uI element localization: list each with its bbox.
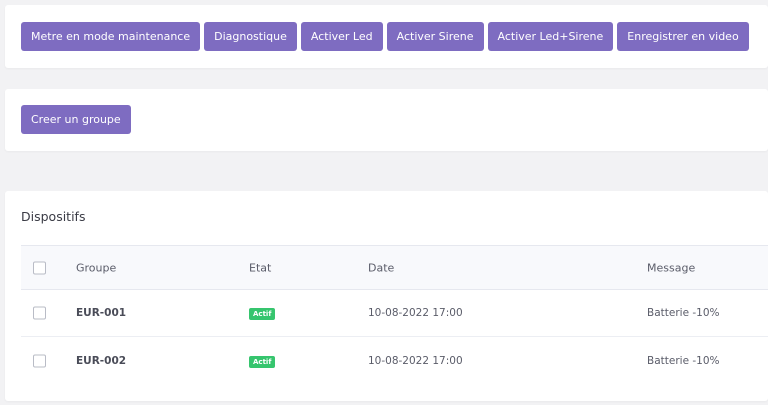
row-date: 10-08-2022 17:00 [368,354,463,367]
record-video-button[interactable]: Enregistrer en video [617,22,749,51]
row-etat: Actif [249,354,276,368]
devices-card: Dispositifs Groupe Etat Date Message EUR… [5,191,768,401]
activate-led-button[interactable]: Activer Led [300,22,383,51]
devices-title: Dispositifs [21,209,86,224]
action-buttons: Metre en mode maintenance Diagnostique A… [21,22,749,51]
activate-led-siren-button[interactable]: Activer Led+Sirene [487,22,614,51]
select-all-checkbox[interactable] [33,261,46,274]
column-header-message[interactable]: Message [647,261,695,274]
table-row[interactable]: EUR-001 Actif 10-08-2022 17:00 Batterie … [21,290,768,337]
column-header-groupe[interactable]: Groupe [76,261,116,274]
row-message: Batterie -10% [647,307,720,319]
status-badge: Actif [249,308,276,320]
create-group-button[interactable]: Creer un groupe [21,105,131,134]
group-card: Creer un groupe [5,89,768,151]
row-checkbox[interactable] [33,354,46,367]
activate-siren-button[interactable]: Activer Sirene [386,22,484,51]
table-row[interactable]: EUR-002 Actif 10-08-2022 17:00 Batterie … [21,337,768,384]
actions-card: Metre en mode maintenance Diagnostique A… [5,5,768,68]
devices-table: Groupe Etat Date Message EUR-001 Actif 1… [21,245,768,384]
row-checkbox[interactable] [33,306,46,320]
table-header: Groupe Etat Date Message [21,245,768,290]
column-header-date[interactable]: Date [368,261,394,274]
row-etat: Actif [249,306,276,320]
row-groupe: EUR-001 [76,307,127,319]
row-message: Batterie -10% [647,354,720,367]
diagnostic-button[interactable]: Diagnostique [204,22,297,51]
maintenance-mode-button[interactable]: Metre en mode maintenance [21,22,201,51]
row-groupe: EUR-002 [76,354,127,367]
row-select-cell [33,354,46,367]
row-date: 10-08-2022 17:00 [368,307,463,319]
status-badge: Actif [249,355,276,368]
row-select-cell [33,306,46,320]
column-header-etat[interactable]: Etat [249,261,271,274]
select-all-cell [33,261,46,274]
